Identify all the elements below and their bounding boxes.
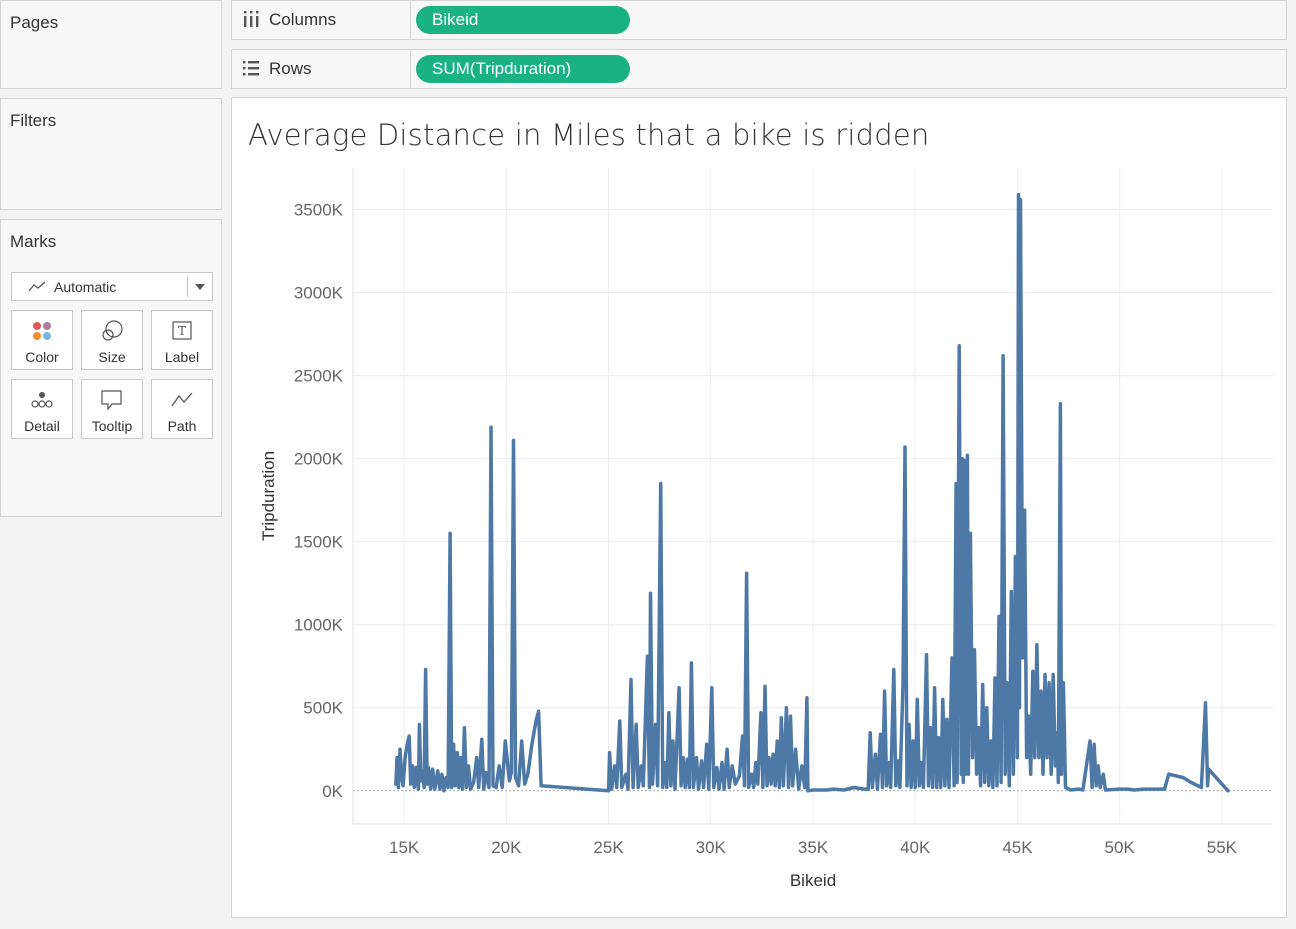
line-mark-icon (28, 280, 46, 297)
rows-shelf-label: Rows (232, 50, 411, 88)
x-tick-label: 45K (1002, 838, 1033, 857)
size-label: Size (98, 349, 126, 365)
line-chart[interactable]: 15K 20K 25K 30K 35K 40K 45K 50K 55K 0K 500K 1000K 15… (232, 98, 1286, 917)
x-tick-label: 15K (389, 838, 420, 857)
x-axis-title: Bikeid (790, 871, 836, 890)
x-tick-label: 40K (900, 838, 931, 857)
path-icon (152, 388, 212, 412)
columns-shelf[interactable]: Columns Bikeid (231, 0, 1287, 40)
tooltip-icon (82, 388, 142, 412)
mark-type-dropdown[interactable]: Automatic (11, 272, 213, 301)
y-axis-title: Tripduration (259, 451, 278, 541)
rows-shelf[interactable]: Rows SUM(Tripduration) (231, 49, 1287, 89)
label-icon: T (152, 319, 212, 343)
x-tick-label: 50K (1105, 838, 1136, 857)
label-button[interactable]: T Label (151, 310, 213, 370)
mark-type-value: Automatic (54, 279, 117, 295)
filters-panel[interactable]: Filters (0, 98, 222, 210)
columns-label: Columns (269, 10, 337, 29)
y-tick-label: 500K (303, 699, 343, 718)
color-button[interactable]: Color (11, 310, 73, 370)
tooltip-label: Tooltip (91, 418, 133, 434)
series-line-0 (394, 192, 1230, 793)
detail-button[interactable]: Detail (11, 379, 73, 439)
marks-title: Marks (10, 232, 57, 251)
detail-icon (12, 388, 72, 412)
rows-label: Rows (269, 59, 312, 78)
bikeid-pill[interactable]: Bikeid (416, 6, 630, 34)
y-tick-label: 3500K (294, 201, 344, 220)
y-tick-label: 1500K (294, 533, 344, 552)
viz-worksheet: Average Distance in Miles that a bike is… (231, 97, 1287, 918)
pages-title: Pages (10, 13, 59, 32)
columns-icon (242, 10, 260, 30)
svg-text:T: T (178, 324, 186, 338)
x-tick-label: 20K (491, 838, 522, 857)
detail-label: Detail (24, 418, 60, 434)
y-tick-label: 0K (322, 782, 343, 801)
tooltip-button[interactable]: Tooltip (81, 379, 143, 439)
size-button[interactable]: Size (81, 310, 143, 370)
label-label: Label (164, 349, 200, 365)
filters-title: Filters (10, 111, 57, 130)
y-tick-label: 2500K (294, 367, 344, 386)
x-tick-label: 55K (1207, 838, 1238, 857)
color-icon (12, 319, 72, 343)
size-icon (82, 319, 142, 343)
color-label: Color (25, 349, 59, 365)
marks-panel: Marks Automatic Color Size T Label Detai… (0, 219, 222, 517)
y-tick-label: 2000K (294, 450, 344, 469)
x-tick-label: 25K (593, 838, 624, 857)
y-tick-label: 1000K (294, 616, 344, 635)
columns-shelf-label: Columns (232, 1, 411, 39)
chevron-down-icon[interactable] (195, 284, 205, 290)
path-button[interactable]: Path (151, 379, 213, 439)
x-tick-label: 30K (696, 838, 727, 857)
sum-tripduration-pill[interactable]: SUM(Tripduration) (416, 55, 630, 83)
y-tick-label: 3000K (294, 284, 344, 303)
rows-icon (242, 59, 260, 79)
dropdown-divider (187, 276, 188, 297)
path-label: Path (167, 418, 197, 434)
pages-panel[interactable]: Pages (0, 0, 222, 89)
x-tick-label: 35K (798, 838, 829, 857)
